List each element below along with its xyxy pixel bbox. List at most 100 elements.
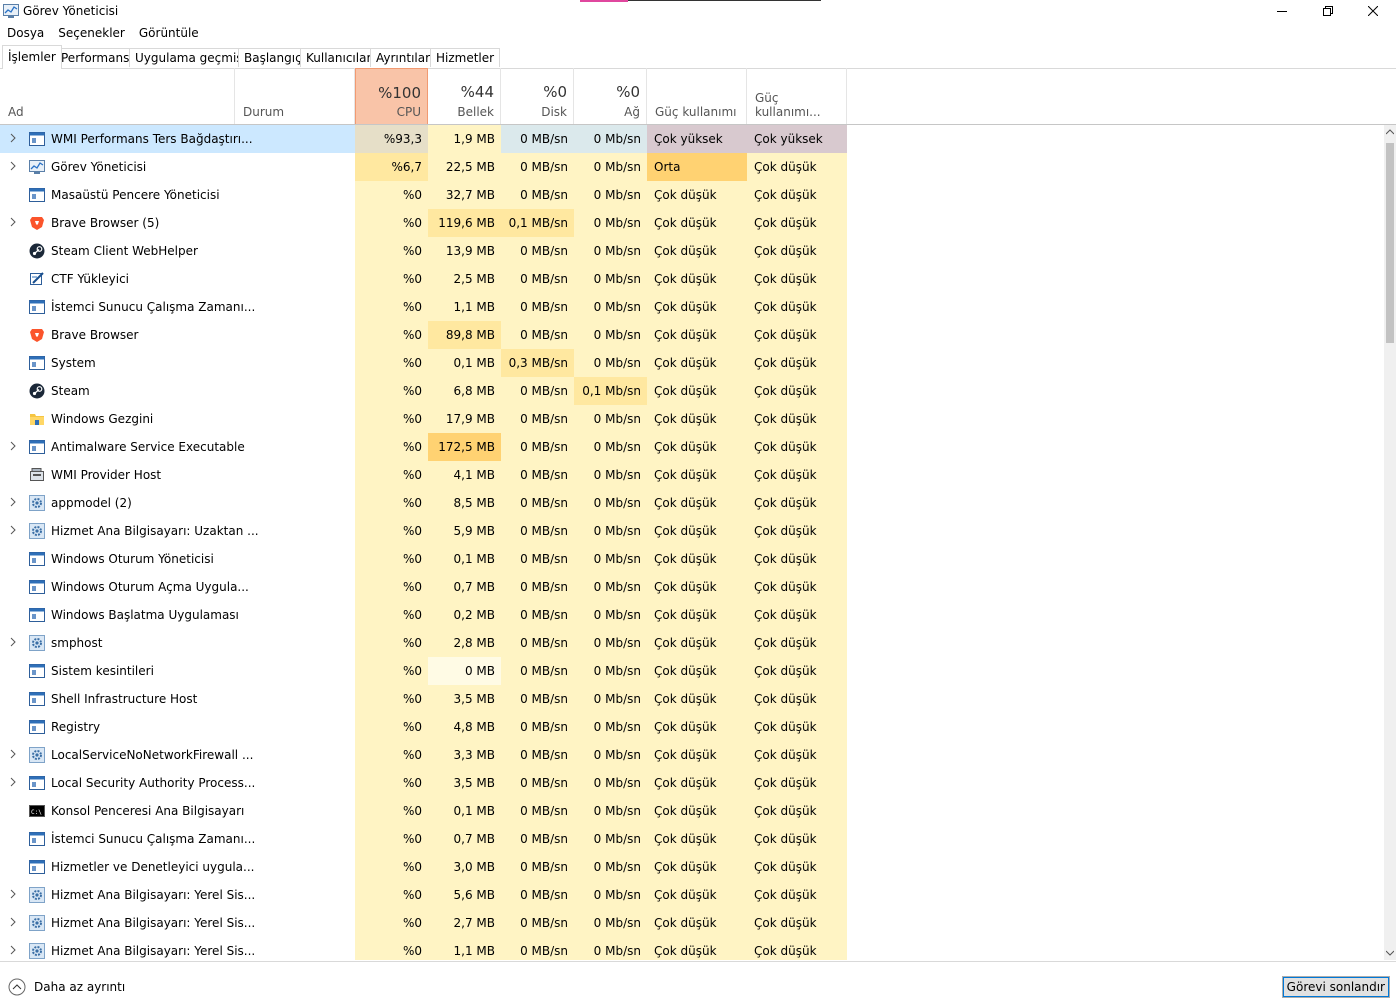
header-memory[interactable]: %44 Bellek bbox=[428, 68, 501, 124]
header-power[interactable]: Güç kullanımı bbox=[647, 68, 747, 124]
process-name-cell[interactable]: C:\ Konsol Penceresi Ana Bilgisayarı bbox=[0, 797, 355, 825]
process-row[interactable]: İstemci Sunucu Çalışma Zamanı... %0 0,7 MB… bbox=[0, 825, 1384, 853]
process-name-cell[interactable]: LocalServiceNoNetworkFirewall ... bbox=[0, 741, 355, 769]
process-name-cell[interactable]: Görev Yöneticisi bbox=[0, 153, 355, 181]
chevron-right-icon[interactable] bbox=[8, 525, 18, 535]
process-row[interactable]: Local Security Authority Process... %0 3,5… bbox=[0, 769, 1384, 797]
process-row[interactable]: Görev Yöneticisi %6,7 22,5 MB 0 MB/sn 0 Mb/s… bbox=[0, 153, 1384, 181]
menu-view[interactable]: Görüntüle bbox=[132, 23, 206, 43]
process-row[interactable]: Shell Infrastructure Host %0 3,5 MB 0 MB/sn… bbox=[0, 685, 1384, 713]
end-task-button[interactable]: Görevi sonlandır bbox=[1281, 976, 1390, 998]
menu-options[interactable]: Seçenekler bbox=[51, 23, 132, 43]
process-name-cell[interactable]: smphost bbox=[0, 629, 355, 657]
process-row[interactable]: Antimalware Service Executable %0 172,5 MB… bbox=[0, 433, 1384, 461]
tab-app-history[interactable]: Uygulama geçmişi bbox=[129, 48, 252, 67]
process-row[interactable]: Windows Oturum Yöneticisi %0 0,1 MB 0 MB/sn… bbox=[0, 545, 1384, 573]
process-name-cell[interactable]: appmodel (2) bbox=[0, 489, 355, 517]
process-name-cell[interactable]: İstemci Sunucu Çalışma Zamanı... bbox=[0, 825, 355, 853]
process-row[interactable]: Hizmet Ana Bilgisayarı: Yerel Sis... %0 1,… bbox=[0, 937, 1384, 960]
header-network[interactable]: %0 Ağ bbox=[574, 68, 647, 124]
tab-startup[interactable]: Başlangıç bbox=[238, 48, 308, 67]
title-bar[interactable]: Görev Yöneticisi bbox=[0, 0, 1396, 22]
tab-performance[interactable]: Performans bbox=[55, 48, 136, 67]
process-name-cell[interactable]: Hizmet Ana Bilgisayarı: Yerel Sis... bbox=[0, 909, 355, 937]
process-row[interactable]: İstemci Sunucu Çalışma Zamanı... %0 1,1 MB… bbox=[0, 293, 1384, 321]
process-name-cell[interactable]: Antimalware Service Executable bbox=[0, 433, 355, 461]
process-list[interactable]: WMI Performans Ters Bağdaştırı... %93,3 1,… bbox=[0, 125, 1384, 960]
tab-processes[interactable]: İşlemler bbox=[2, 45, 62, 69]
process-name-cell[interactable]: Steam Client WebHelper bbox=[0, 237, 355, 265]
process-row[interactable]: Steam Client WebHelper %0 13,9 MB 0 MB/sn 0 … bbox=[0, 237, 1384, 265]
chevron-right-icon[interactable] bbox=[8, 889, 18, 899]
process-row[interactable]: Steam %0 6,8 MB 0 MB/sn 0,1 Mb/sn Çok düşük Ço… bbox=[0, 377, 1384, 405]
chevron-right-icon[interactable] bbox=[8, 777, 18, 787]
process-row[interactable]: WMI Provider Host %0 4,1 MB 0 MB/sn 0 Mb/sn Ç… bbox=[0, 461, 1384, 489]
process-name-cell[interactable]: Brave Browser bbox=[0, 321, 355, 349]
chevron-right-icon[interactable] bbox=[8, 497, 18, 507]
process-name-cell[interactable]: Sistem kesintileri bbox=[0, 657, 355, 685]
minimize-button[interactable] bbox=[1259, 0, 1305, 22]
tab-users[interactable]: Kullanıcılar bbox=[300, 48, 378, 67]
chevron-right-icon[interactable] bbox=[8, 749, 18, 759]
process-name-cell[interactable]: Hizmetler ve Denetleyici uygula... bbox=[0, 853, 355, 881]
chevron-right-icon[interactable] bbox=[8, 637, 18, 647]
process-row[interactable]: C:\ Konsol Penceresi Ana Bilgisayarı %0 0,1… bbox=[0, 797, 1384, 825]
process-name-cell[interactable]: Windows Gezgini bbox=[0, 405, 355, 433]
process-row[interactable]: System %0 0,1 MB 0,3 MB/sn 0 Mb/sn Çok düşük Ç… bbox=[0, 349, 1384, 377]
process-name-cell[interactable]: Masaüstü Pencere Yöneticisi bbox=[0, 181, 355, 209]
header-status[interactable]: Durum bbox=[235, 68, 355, 124]
process-row[interactable]: LocalServiceNoNetworkFirewall ... %0 3,3 M… bbox=[0, 741, 1384, 769]
chevron-right-icon[interactable] bbox=[8, 945, 18, 955]
process-row[interactable]: Windows Oturum Açma Uygula... %0 0,7 MB 0 M… bbox=[0, 573, 1384, 601]
process-row[interactable]: Hizmet Ana Bilgisayarı: Yerel Sis... %0 2,… bbox=[0, 909, 1384, 937]
process-name-cell[interactable]: Registry bbox=[0, 713, 355, 741]
process-row[interactable]: Masaüstü Pencere Yöneticisi %0 32,7 MB 0 MB… bbox=[0, 181, 1384, 209]
scroll-up-icon[interactable] bbox=[1386, 129, 1394, 135]
tab-services[interactable]: Hizmetler bbox=[430, 48, 501, 67]
close-button[interactable] bbox=[1350, 0, 1396, 22]
process-name-cell[interactable]: Windows Oturum Açma Uygula... bbox=[0, 573, 355, 601]
chevron-right-icon[interactable] bbox=[8, 161, 18, 171]
chevron-right-icon[interactable] bbox=[8, 441, 18, 451]
chevron-right-icon[interactable] bbox=[8, 917, 18, 927]
process-name-cell[interactable]: Hizmet Ana Bilgisayarı: Yerel Sis... bbox=[0, 937, 355, 960]
process-row[interactable]: Brave Browser (5) %0 119,6 MB 0,1 MB/sn 0 Mb… bbox=[0, 209, 1384, 237]
process-name-cell[interactable]: System bbox=[0, 349, 355, 377]
process-row[interactable]: smphost %0 2,8 MB 0 MB/sn 0 Mb/sn Çok düşük Ço… bbox=[0, 629, 1384, 657]
scroll-thumb[interactable] bbox=[1386, 143, 1394, 343]
process-row[interactable]: Hizmetler ve Denetleyici uygula... %0 3,0 … bbox=[0, 853, 1384, 881]
process-row[interactable]: appmodel (2) %0 8,5 MB 0 MB/sn 0 Mb/sn Çok dü… bbox=[0, 489, 1384, 517]
process-row[interactable]: CTF Yükleyici %0 2,5 MB 0 MB/sn 0 Mb/sn Çok d… bbox=[0, 265, 1384, 293]
header-disk[interactable]: %0 Disk bbox=[501, 68, 574, 124]
process-row[interactable]: Windows Gezgini %0 17,9 MB 0 MB/sn 0 Mb/sn Ço… bbox=[0, 405, 1384, 433]
process-name-cell[interactable]: Hizmet Ana Bilgisayarı: Yerel Sis... bbox=[0, 881, 355, 909]
tab-details[interactable]: Ayrıntılar bbox=[370, 48, 437, 67]
chevron-right-icon[interactable] bbox=[8, 133, 18, 143]
process-row[interactable]: Windows Başlatma Uygulaması %0 0,2 MB 0 MB/… bbox=[0, 601, 1384, 629]
scroll-down-icon[interactable] bbox=[1386, 950, 1394, 956]
process-row[interactable]: Hizmet Ana Bilgisayarı: Yerel Sis... %0 5,… bbox=[0, 881, 1384, 909]
process-name-cell[interactable]: Local Security Authority Process... bbox=[0, 769, 355, 797]
header-cpu[interactable]: %100 CPU bbox=[355, 68, 428, 124]
process-name-cell[interactable]: WMI Provider Host bbox=[0, 461, 355, 489]
process-name-cell[interactable]: CTF Yükleyici bbox=[0, 265, 355, 293]
process-row[interactable]: Registry %0 4,8 MB 0 MB/sn 0 Mb/sn Çok düşük Ç… bbox=[0, 713, 1384, 741]
restore-button[interactable] bbox=[1305, 0, 1351, 22]
process-name-cell[interactable]: Shell Infrastructure Host bbox=[0, 685, 355, 713]
process-row[interactable]: Sistem kesintileri %0 0 MB 0 MB/sn 0 Mb/sn Ço… bbox=[0, 657, 1384, 685]
less-details-button[interactable]: Daha az ayrıntı bbox=[8, 978, 125, 996]
process-row[interactable]: Brave Browser %0 89,8 MB 0 MB/sn 0 Mb/sn Çok … bbox=[0, 321, 1384, 349]
process-row[interactable]: WMI Performans Ters Bağdaştırı... %93,3 1,… bbox=[0, 125, 1384, 153]
chevron-right-icon[interactable] bbox=[8, 217, 18, 227]
process-name-cell[interactable]: Brave Browser (5) bbox=[0, 209, 355, 237]
process-name-cell[interactable]: WMI Performans Ters Bağdaştırı... bbox=[0, 125, 355, 153]
process-name-cell[interactable]: Windows Başlatma Uygulaması bbox=[0, 601, 355, 629]
menu-file[interactable]: Dosya bbox=[0, 23, 51, 43]
process-row[interactable]: Hizmet Ana Bilgisayarı: Uzaktan ... %0 5,9… bbox=[0, 517, 1384, 545]
header-name[interactable]: Ad bbox=[0, 68, 235, 124]
vertical-scrollbar[interactable] bbox=[1384, 125, 1396, 960]
process-name-cell[interactable]: İstemci Sunucu Çalışma Zamanı... bbox=[0, 293, 355, 321]
process-name-cell[interactable]: Hizmet Ana Bilgisayarı: Uzaktan ... bbox=[0, 517, 355, 545]
process-name-cell[interactable]: Steam bbox=[0, 377, 355, 405]
process-name-cell[interactable]: Windows Oturum Yöneticisi bbox=[0, 545, 355, 573]
